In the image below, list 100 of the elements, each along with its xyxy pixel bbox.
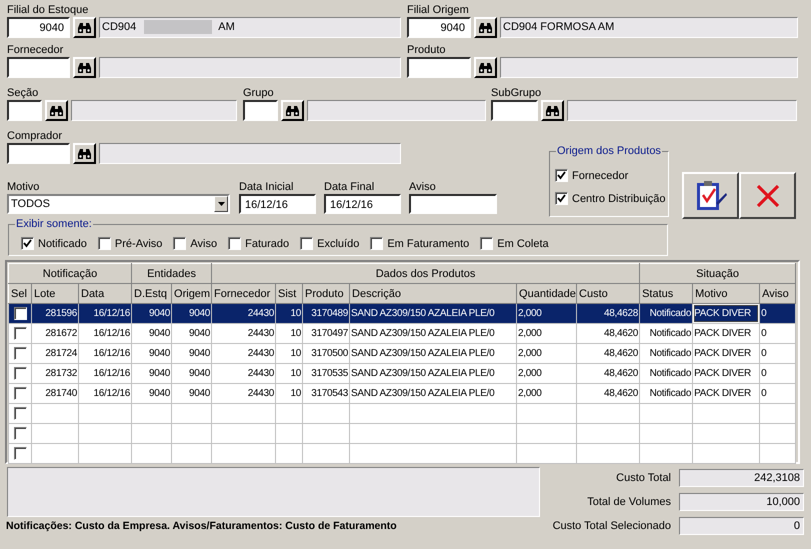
checkbox[interactable] <box>98 237 111 250</box>
column-header[interactable]: Custo <box>576 284 640 304</box>
code-field[interactable] <box>7 100 42 121</box>
field-label: Produto <box>407 43 447 57</box>
search-button[interactable] <box>541 100 564 121</box>
column-header[interactable]: Fornecedor <box>212 284 276 304</box>
search-button[interactable] <box>474 57 497 78</box>
code-field[interactable] <box>243 100 278 121</box>
binoculars-icon <box>285 104 300 116</box>
description-text: AM <box>218 20 235 35</box>
search-button[interactable] <box>73 17 96 38</box>
checkbox[interactable] <box>21 237 34 250</box>
column-header[interactable]: Status <box>640 284 693 304</box>
table-cell <box>302 444 350 464</box>
table-cell: 16/12/16 <box>78 384 132 404</box>
search-button[interactable] <box>73 57 96 78</box>
table-cell <box>78 404 132 424</box>
checkbox[interactable] <box>14 427 26 440</box>
table-cell: 9040 <box>132 304 172 324</box>
column-header[interactable]: Sel <box>8 284 32 304</box>
table-cell: 281732 <box>32 364 78 384</box>
column-header[interactable]: Motivo <box>692 284 760 304</box>
column-group-header: Notificação <box>8 264 132 284</box>
table-cell <box>640 404 693 424</box>
table-cell: Notificado <box>640 384 693 404</box>
column-header[interactable]: Aviso <box>760 284 796 304</box>
table-cell: 2,000 <box>516 364 577 384</box>
checkbox-label: Em Coleta <box>497 238 549 250</box>
code-field[interactable] <box>7 57 70 78</box>
checkbox[interactable] <box>14 347 26 360</box>
checkbox[interactable] <box>300 237 314 250</box>
table-cell: 24430 <box>212 364 276 384</box>
table-cell <box>640 444 693 464</box>
checkbox[interactable] <box>228 237 242 250</box>
table-cell: 10 <box>276 304 303 324</box>
binoculars-icon <box>478 22 493 34</box>
table-cell: 9040 <box>132 324 172 344</box>
table-cell <box>692 444 760 464</box>
checkbox[interactable] <box>555 192 568 205</box>
table-cell: PACK DIVER <box>692 304 760 324</box>
table-cell <box>172 444 212 464</box>
checkbox[interactable] <box>480 237 494 250</box>
table-cell: 0 <box>760 324 796 344</box>
table-cell: 3170535 <box>302 364 350 384</box>
binoculars-icon <box>77 148 92 160</box>
table-cell: 0 <box>760 304 796 324</box>
column-header[interactable]: Lote <box>32 284 78 304</box>
date-field[interactable] <box>409 194 497 214</box>
field-label: Data Final <box>324 180 376 194</box>
column-header[interactable]: Quantidade <box>516 284 577 304</box>
total-label: Custo Total Selecionado <box>552 520 671 532</box>
motivo-dropdown[interactable]: TODOS <box>7 194 230 214</box>
column-header[interactable]: Sist <box>276 284 303 304</box>
cancel-button[interactable] <box>739 172 796 219</box>
code-field[interactable] <box>7 143 70 164</box>
search-button[interactable] <box>73 143 96 164</box>
date-field[interactable]: 16/12/16 <box>239 194 316 214</box>
table-cell <box>692 424 760 444</box>
table-cell <box>132 444 172 464</box>
description-text: CD904 FORMOSA AM <box>503 20 614 35</box>
search-button[interactable] <box>281 100 304 121</box>
column-header[interactable]: D.Estq <box>132 284 172 304</box>
confirm-button[interactable] <box>682 172 739 219</box>
checkbox[interactable] <box>555 169 568 182</box>
column-header[interactable]: Data <box>78 284 132 304</box>
code-field[interactable]: 9040 <box>407 17 471 38</box>
checkbox[interactable] <box>14 407 26 420</box>
code-field[interactable] <box>491 100 538 121</box>
table-cell <box>302 424 350 444</box>
column-header[interactable]: Descrição <box>350 284 517 304</box>
checkbox[interactable] <box>14 447 26 460</box>
table-cell: 9040 <box>172 384 212 404</box>
checkbox[interactable] <box>370 237 384 250</box>
checkbox-label: Em Faturamento <box>387 238 470 250</box>
checkbox-label: Aviso <box>190 238 218 250</box>
column-header[interactable]: Produto <box>302 284 350 304</box>
table-cell: 2,000 <box>516 324 577 344</box>
table-cell: 16/12/16 <box>78 364 132 384</box>
date-field[interactable]: 16/12/16 <box>324 194 401 214</box>
search-button[interactable] <box>45 100 68 121</box>
checkbox[interactable] <box>14 387 26 400</box>
table-cell: 48,4620 <box>576 324 640 344</box>
code-field[interactable]: 9040 <box>7 17 70 38</box>
table-cell: 2,000 <box>516 344 577 364</box>
table-cell <box>172 424 212 444</box>
checkbox[interactable] <box>14 327 26 340</box>
search-button[interactable] <box>474 17 497 38</box>
checkbox[interactable] <box>173 237 186 250</box>
total-label: Custo Total <box>615 472 671 484</box>
memo-field[interactable] <box>7 467 540 517</box>
checkbox-label: Faturado <box>245 238 290 250</box>
table-cell: SAND AZ309/150 AZALEIA PLE/0 <box>350 324 517 344</box>
table-cell: 9040 <box>172 344 212 364</box>
checkbox[interactable] <box>14 307 26 320</box>
table-cell: PACK DIVER <box>692 324 760 344</box>
code-field[interactable] <box>407 57 471 78</box>
checkbox-label: Pré-Aviso <box>114 238 162 250</box>
groupbox-title: Origem dos Produtos <box>556 145 662 158</box>
checkbox[interactable] <box>14 367 26 380</box>
column-header[interactable]: Origem <box>172 284 212 304</box>
